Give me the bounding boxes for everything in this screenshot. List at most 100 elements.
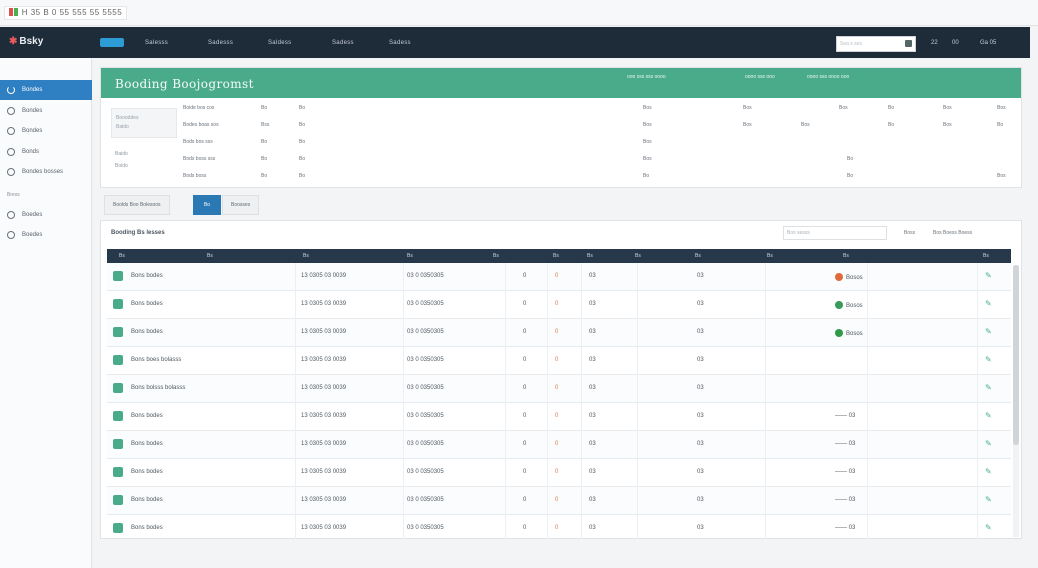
sidebar-item-7[interactable]: Boedes [0,225,92,245]
column-divider [867,487,868,515]
col-header[interactable]: Bs [119,253,125,259]
table-row[interactable]: Bons bodes 13 0305 03 0039 03 0 0350305 0 0 0… [107,263,1011,291]
sidebar-item-label: Bondes [22,108,43,114]
table-row[interactable]: Bons bodes 13 0305 03 0039 03 0 0350305 0 0 0… [107,459,1011,487]
column-divider [867,291,868,319]
cell-b: 0 [555,413,559,419]
column-divider [403,487,404,515]
col-header[interactable]: Bs [207,253,213,259]
cell-c: 03 [589,273,596,279]
sidebar-item-2[interactable]: Bondes [0,101,92,121]
brand-logo[interactable]: ✱ Bsky [9,36,43,47]
table-control-2[interactable]: Bos Boess Boess [933,230,972,236]
cell-b: 0 [555,329,559,335]
table-row[interactable]: Bons bodes 13 0305 03 0039 03 0 0350305 0 0 0… [107,291,1011,319]
field-value: Bo [299,156,306,162]
nav-right-2[interactable]: 00 [952,40,959,46]
sidebar-item-3[interactable]: Bondes [0,121,92,141]
table-row[interactable]: Bons bolsss bolasss 13 0305 03 0039 03 0 0… [107,375,1011,403]
column-divider [547,403,548,431]
col-header[interactable]: Bs [493,253,499,259]
cell-name: Bons boes bolasss [131,357,182,363]
browser-tab[interactable]: H 35 B 0 55 555 55 5555 [4,6,128,20]
green-icon [14,8,18,16]
nav-right-user[interactable]: Ga 05 [980,40,996,46]
nav-home-button[interactable] [100,38,124,47]
column-divider [977,487,978,515]
edit-icon[interactable]: ✎ [985,468,994,476]
row-file-icon [113,411,123,421]
cell-d: 03 [697,525,704,531]
cell-b: 0 [555,385,559,391]
column-divider [403,291,404,319]
field-value: Bo [261,173,268,179]
column-divider [505,431,506,459]
cell-name: Bons bodes [131,301,163,307]
edit-icon[interactable]: ✎ [985,440,994,448]
edit-icon[interactable]: ✎ [985,272,994,280]
cell-d: 03 [697,385,704,391]
nav-search-input[interactable]: Sea s ses [836,36,916,52]
field-value: Bos [643,139,652,145]
column-divider [977,459,978,487]
table-row[interactable]: Bons boes bolasss 13 0305 03 0039 03 0 035… [107,347,1011,375]
table-row[interactable]: Bons bodes 13 0305 03 0039 03 0 0350305 0 0 0… [107,319,1011,347]
status-cell: —— 03 [835,525,855,531]
edit-icon[interactable]: ✎ [985,524,994,532]
col-header[interactable]: Bs [635,253,641,259]
col-header[interactable]: Bs [767,253,773,259]
col-header[interactable]: Bs [843,253,849,259]
column-divider [403,263,404,291]
edit-icon[interactable]: ✎ [985,384,994,392]
filter-button-3[interactable]: Boosses [222,195,260,215]
cell-c: 03 [589,357,596,363]
cell-d: 03 [697,497,704,503]
col-header[interactable]: Bs [553,253,559,259]
table-scrollbar[interactable] [1013,265,1019,537]
table-row[interactable]: Bons bodes 13 0305 03 0039 03 0 0350305 0 0 0… [107,487,1011,515]
col-header[interactable]: Bs [587,253,593,259]
column-divider [295,459,296,487]
edit-icon[interactable]: ✎ [985,412,994,420]
sidebar-item-4[interactable]: Bonds [0,142,92,162]
nav-item-1[interactable]: Salesss [145,40,168,46]
field-value: Bos [839,105,848,111]
table-row[interactable]: Bons bodes 13 0305 03 0039 03 0 0350305 0 0 0… [107,403,1011,431]
filter-button-active[interactable]: Bo [193,195,221,215]
search-icon[interactable] [905,40,912,47]
sidebar-item-5[interactable]: Bondes bosses [0,162,92,182]
cell-date: 13 0305 03 0039 [301,273,347,279]
table-control-1[interactable]: Boss [904,230,915,236]
column-divider [765,319,766,347]
column-divider [977,375,978,403]
column-divider [505,515,506,539]
sidebar-item-1[interactable]: Bondes [0,80,92,100]
filter-button-1[interactable]: Boolds Boo Bolesoos [104,195,170,215]
table-search-input[interactable]: Bos sesss [783,226,887,240]
settings-icon [7,168,15,176]
column-divider [581,375,582,403]
scrollbar-thumb[interactable] [1013,265,1019,445]
nav-item-2[interactable]: Sadesss [208,40,233,46]
nav-item-3[interactable]: Saldess [268,40,291,46]
cell-c: 03 [589,469,596,475]
header-stat-2: oooo sss ooo [745,74,775,80]
col-header[interactable]: Bs [407,253,413,259]
col-header[interactable]: Bs [983,253,989,259]
nav-item-5[interactable]: Sadess [389,40,411,46]
col-header[interactable]: Bs [303,253,309,259]
nav-item-4[interactable]: Sadess [332,40,354,46]
table-row[interactable]: Bons bodes 13 0305 03 0039 03 0 0350305 0 0 0… [107,431,1011,459]
bell-icon [7,148,15,156]
field-value: Bos [643,156,652,162]
edit-icon[interactable]: ✎ [985,328,994,336]
edit-icon[interactable]: ✎ [985,496,994,504]
cell-code: 03 0 0350305 [407,441,444,447]
table-row[interactable]: Bons bodes 13 0305 03 0039 03 0 0350305 0 0 0… [107,515,1011,539]
sidebar-item-6[interactable]: Boedes [0,205,92,225]
edit-icon[interactable]: ✎ [985,300,994,308]
data-table-card: Booding Bs lesses Bos sesss Boss Bos Boe… [100,220,1022,539]
nav-right-1[interactable]: 22 [931,40,938,46]
edit-icon[interactable]: ✎ [985,356,994,364]
col-header[interactable]: Bs [695,253,701,259]
